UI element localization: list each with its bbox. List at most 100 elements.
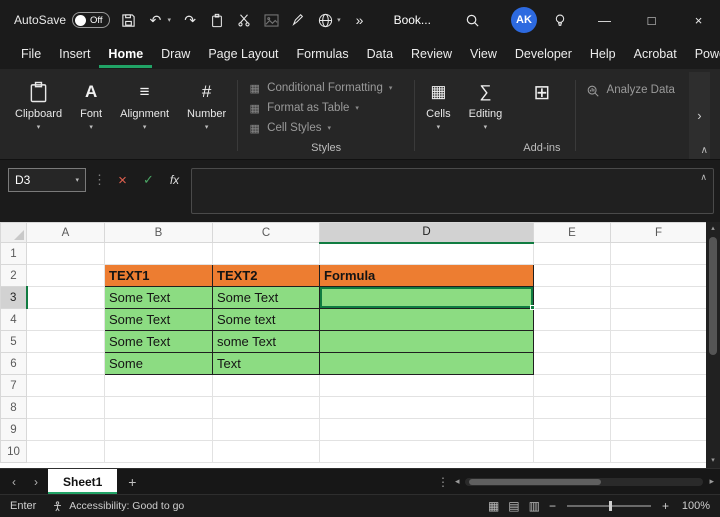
fill-handle[interactable] [530, 305, 535, 310]
cell-F8[interactable] [610, 396, 707, 419]
minimize-button[interactable]: — [583, 0, 626, 40]
row-header-9[interactable]: 9 [0, 418, 27, 441]
undo-dropdown-icon[interactable]: ▾ [168, 16, 172, 24]
zoom-slider[interactable] [566, 501, 651, 511]
horizontal-scrollbar[interactable] [465, 477, 704, 486]
cell-D3[interactable] [319, 286, 535, 310]
select-all-corner[interactable] [0, 222, 27, 243]
cancel-icon[interactable]: × [113, 168, 132, 192]
zoom-in-icon[interactable]: + [662, 499, 669, 513]
cell-D4[interactable] [319, 308, 534, 331]
pen-icon[interactable] [290, 13, 306, 27]
menu-item-draw[interactable]: Draw [152, 41, 199, 68]
ribbon-group-editing[interactable]: ∑ Editing ▾ [460, 72, 512, 159]
cell-F10[interactable] [610, 440, 707, 463]
cell-D8[interactable] [319, 396, 534, 419]
ribbon-group-addins[interactable]: ⊞ Add-ins [511, 72, 572, 159]
menu-item-insert[interactable]: Insert [50, 41, 99, 68]
cell-A1[interactable] [26, 242, 105, 265]
cell-A7[interactable] [26, 374, 105, 397]
row-header-1[interactable]: 1 [0, 242, 27, 265]
row-header-2[interactable]: 2 [0, 264, 27, 287]
cell-C6[interactable]: Text [212, 352, 320, 375]
row-header-7[interactable]: 7 [0, 374, 27, 397]
cell-C9[interactable] [212, 418, 320, 441]
cell-C3[interactable]: Some Text [212, 286, 320, 309]
globe-dropdown-icon[interactable]: ▾ [337, 16, 341, 24]
tabbar-options-icon[interactable]: ⋮ [437, 475, 449, 489]
cell-D2[interactable]: Formula [319, 264, 534, 287]
globe-icon[interactable] [317, 13, 333, 28]
maximize-button[interactable]: □ [630, 0, 673, 40]
cell-F7[interactable] [610, 374, 707, 397]
cell-A6[interactable] [26, 352, 105, 375]
row-header-3[interactable]: 3 [0, 286, 28, 309]
styles-group-label[interactable]: Styles [248, 142, 404, 157]
cell-C8[interactable] [212, 396, 320, 419]
column-header-C[interactable]: C [212, 222, 320, 243]
ribbon-group-cells[interactable]: ▦ Cells ▾ [417, 72, 459, 159]
picture-icon[interactable] [263, 13, 279, 27]
cell-E1[interactable] [533, 242, 611, 265]
cell-A2[interactable] [26, 264, 105, 287]
cell-F2[interactable] [610, 264, 707, 287]
menu-item-page-layout[interactable]: Page Layout [199, 41, 287, 68]
save-icon[interactable] [121, 13, 137, 28]
page-layout-view-icon[interactable]: ▤ [508, 499, 519, 513]
menu-item-file[interactable]: File [12, 41, 50, 68]
toolbar-overflow-icon[interactable]: » [352, 12, 368, 28]
page-break-view-icon[interactable]: ▥ [529, 499, 540, 513]
name-box[interactable]: D3 ▾ [8, 168, 86, 192]
cell-B6[interactable]: Some [104, 352, 213, 375]
ribbon-group-alignment[interactable]: ≡ Alignment ▾ [111, 72, 178, 159]
account-avatar[interactable]: AK [511, 7, 537, 33]
ribbon-group-font[interactable]: A Font ▾ [71, 72, 111, 159]
formula-input[interactable]: ∧ [191, 168, 714, 214]
cell-C1[interactable] [212, 242, 320, 265]
search-icon[interactable] [465, 13, 481, 28]
paste-icon[interactable] [209, 13, 225, 28]
collapse-ribbon-icon[interactable]: ∧ [701, 145, 708, 156]
format-as-table-button[interactable]: ▦ Format as Table ▾ [248, 98, 404, 118]
cell-D9[interactable] [319, 418, 534, 441]
cell-A5[interactable] [26, 330, 105, 353]
zoom-level[interactable]: 100% [678, 500, 710, 512]
vertical-scrollbar[interactable]: ▴ ▾ [706, 222, 720, 468]
cell-B3[interactable]: Some Text [104, 286, 213, 309]
cell-E9[interactable] [533, 418, 611, 441]
column-header-B[interactable]: B [104, 222, 213, 243]
analyze-data-button[interactable]: Analyze Data [578, 72, 683, 159]
cell-E3[interactable] [533, 286, 611, 309]
redo-icon[interactable]: ↷ [182, 12, 198, 29]
close-button[interactable]: × [677, 0, 720, 40]
cell-B4[interactable]: Some Text [104, 308, 213, 331]
menu-item-acrobat[interactable]: Acrobat [625, 41, 686, 68]
cell-E6[interactable] [533, 352, 611, 375]
cell-B8[interactable] [104, 396, 213, 419]
cell-C4[interactable]: Some text [212, 308, 320, 331]
cell-F3[interactable] [610, 286, 707, 309]
cell-B1[interactable] [104, 242, 213, 265]
cell-D6[interactable] [319, 352, 534, 375]
row-header-5[interactable]: 5 [0, 330, 27, 353]
menu-item-view[interactable]: View [461, 41, 506, 68]
cell-C10[interactable] [212, 440, 320, 463]
cell-E2[interactable] [533, 264, 611, 287]
column-header-F[interactable]: F [610, 222, 707, 243]
menu-item-review[interactable]: Review [402, 41, 461, 68]
cell-F6[interactable] [610, 352, 707, 375]
confirm-icon[interactable]: ✓ [139, 168, 158, 192]
cell-B7[interactable] [104, 374, 213, 397]
scroll-down-icon[interactable]: ▾ [711, 456, 715, 466]
cut-icon[interactable] [236, 13, 252, 27]
vertical-scrollbar-thumb[interactable] [709, 237, 717, 355]
ribbon-group-clipboard[interactable]: Clipboard ▾ [6, 72, 71, 159]
cell-E5[interactable] [533, 330, 611, 353]
cell-styles-button[interactable]: ▦ Cell Styles ▾ [248, 118, 404, 138]
cell-B10[interactable] [104, 440, 213, 463]
cell-B5[interactable]: Some Text [104, 330, 213, 353]
cell-E8[interactable] [533, 396, 611, 419]
cell-F4[interactable] [610, 308, 707, 331]
scroll-up-icon[interactable]: ▴ [711, 224, 715, 234]
conditional-formatting-button[interactable]: ▦ Conditional Formatting ▾ [248, 78, 404, 98]
